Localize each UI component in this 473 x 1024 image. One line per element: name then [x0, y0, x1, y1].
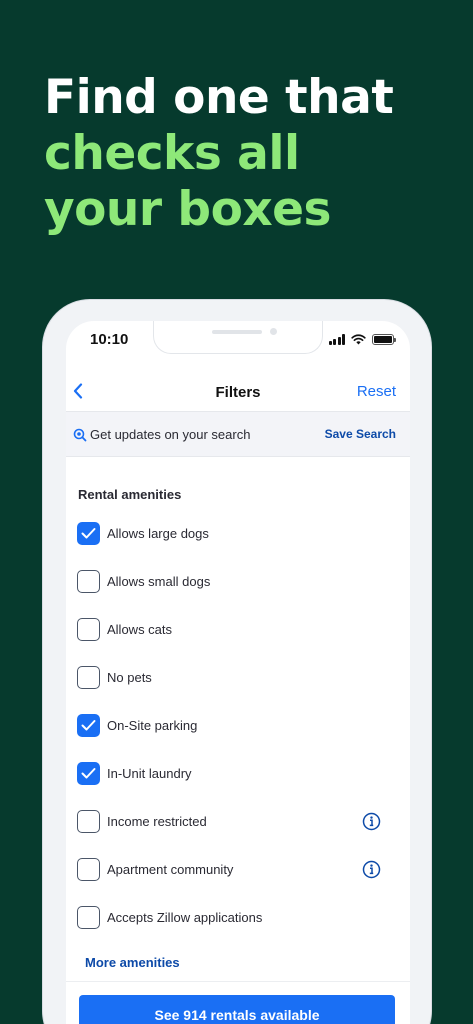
- info-icon[interactable]: [362, 812, 381, 836]
- amenity-row[interactable]: Accepts Zillow applications: [77, 906, 399, 932]
- amenity-checkbox[interactable]: [77, 906, 100, 929]
- amenity-checkbox[interactable]: [77, 762, 100, 785]
- amenity-checkbox[interactable]: [77, 810, 100, 833]
- amenity-row[interactable]: Apartment community: [77, 858, 399, 884]
- amenity-row[interactable]: On-Site parking: [77, 714, 399, 740]
- headline-line-3: your boxes: [44, 182, 332, 237]
- save-search-bar: Get updates on your search Save Search: [66, 411, 410, 457]
- checkmark-icon: [81, 528, 96, 539]
- amenity-row[interactable]: No pets: [77, 666, 399, 692]
- phone-frame: 10:10 Filters Reset Get updates on your …: [42, 299, 432, 1024]
- divider: [66, 981, 410, 982]
- saved-search-icon: [73, 428, 87, 442]
- amenity-row[interactable]: Income restricted: [77, 810, 399, 836]
- filters-navbar: Filters Reset: [66, 373, 410, 411]
- amenity-checkbox[interactable]: [77, 858, 100, 881]
- amenity-label: Allows large dogs: [107, 526, 209, 541]
- amenity-label: On-Site parking: [107, 718, 198, 733]
- notch-camera: [270, 328, 277, 335]
- amenity-checkbox[interactable]: [77, 714, 100, 737]
- checkmark-icon: [81, 720, 96, 731]
- amenity-row[interactable]: Allows large dogs: [77, 522, 399, 548]
- section-title: Rental amenities: [78, 487, 182, 502]
- amenity-row[interactable]: In-Unit laundry: [77, 762, 399, 788]
- status-icons: [328, 334, 396, 345]
- amenity-label: Income restricted: [107, 814, 207, 829]
- info-icon[interactable]: [362, 860, 381, 884]
- amenity-label: No pets: [107, 670, 152, 685]
- amenity-row[interactable]: Allows small dogs: [77, 570, 399, 596]
- battery-icon: [372, 334, 396, 345]
- amenity-label: Apartment community: [107, 862, 234, 877]
- checkmark-icon: [81, 768, 96, 779]
- amenity-row[interactable]: Allows cats: [77, 618, 399, 644]
- status-time: 10:10: [90, 331, 129, 348]
- reset-button[interactable]: Reset: [357, 383, 396, 400]
- promo-headline: Find one that checks all your boxes: [44, 70, 394, 238]
- phone-screen: 10:10 Filters Reset Get updates on your …: [66, 321, 410, 1024]
- see-rentals-button[interactable]: See 914 rentals available: [79, 995, 395, 1024]
- amenity-label: Allows small dogs: [107, 574, 211, 589]
- amenity-checkbox[interactable]: [77, 666, 100, 689]
- amenity-checkbox[interactable]: [77, 618, 100, 641]
- amenity-label: In-Unit laundry: [107, 766, 192, 781]
- amenity-label: Allows cats: [107, 622, 173, 637]
- amenity-checkbox[interactable]: [77, 522, 100, 545]
- phone-notch: [153, 321, 323, 354]
- save-search-button[interactable]: Save Search: [325, 427, 396, 441]
- save-search-text: Get updates on your search: [90, 427, 251, 442]
- headline-line-1: Find one that: [44, 70, 394, 125]
- headline-line-2: checks all: [44, 126, 300, 181]
- more-amenities-link[interactable]: More amenities: [85, 955, 180, 970]
- wifi-icon: [351, 334, 366, 345]
- notch-speaker: [212, 330, 262, 334]
- amenity-label: Accepts Zillow applications: [107, 910, 263, 925]
- amenity-checkbox[interactable]: [77, 570, 100, 593]
- cellular-signal-icon: [328, 334, 345, 345]
